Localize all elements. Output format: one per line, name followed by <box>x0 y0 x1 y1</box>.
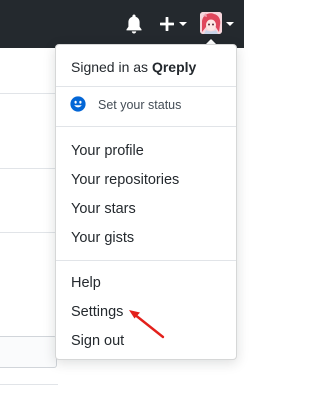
bell-icon <box>126 14 142 34</box>
background-divider <box>0 93 55 94</box>
menu-item-settings[interactable]: Settings <box>71 302 123 322</box>
set-status-button[interactable]: Set your status <box>70 95 220 117</box>
menu-item-your-stars[interactable]: Your stars <box>71 199 136 219</box>
user-menu-button[interactable] <box>200 12 240 36</box>
menu-item-sign-out[interactable]: Sign out <box>71 331 124 351</box>
user-dropdown-menu: Signed in as Qreply Set your status Your… <box>55 44 237 360</box>
menu-divider <box>56 86 236 87</box>
signed-in-header: Signed in as Qreply <box>71 58 196 76</box>
background-divider <box>0 168 55 169</box>
set-status-label: Set your status <box>98 98 182 112</box>
menu-divider <box>56 260 236 261</box>
user-avatar-image <box>200 12 222 34</box>
chevron-down-icon <box>179 22 187 26</box>
menu-divider <box>56 126 236 127</box>
plus-icon <box>160 17 174 31</box>
menu-item-help[interactable]: Help <box>71 273 101 293</box>
signed-in-prefix: Signed in as <box>71 59 149 75</box>
background-divider <box>0 384 58 385</box>
notifications-button[interactable] <box>124 13 144 35</box>
smiley-icon <box>70 96 86 112</box>
menu-item-your-gists[interactable]: Your gists <box>71 228 134 248</box>
create-new-button[interactable] <box>157 14 189 34</box>
background-divider <box>0 232 55 233</box>
avatar <box>200 12 222 34</box>
signed-in-username: Qreply <box>151 59 197 75</box>
menu-item-your-profile[interactable]: Your profile <box>71 141 144 161</box>
menu-item-your-repositories[interactable]: Your repositories <box>71 170 179 190</box>
chevron-down-icon <box>226 22 234 26</box>
background-input <box>0 336 57 368</box>
